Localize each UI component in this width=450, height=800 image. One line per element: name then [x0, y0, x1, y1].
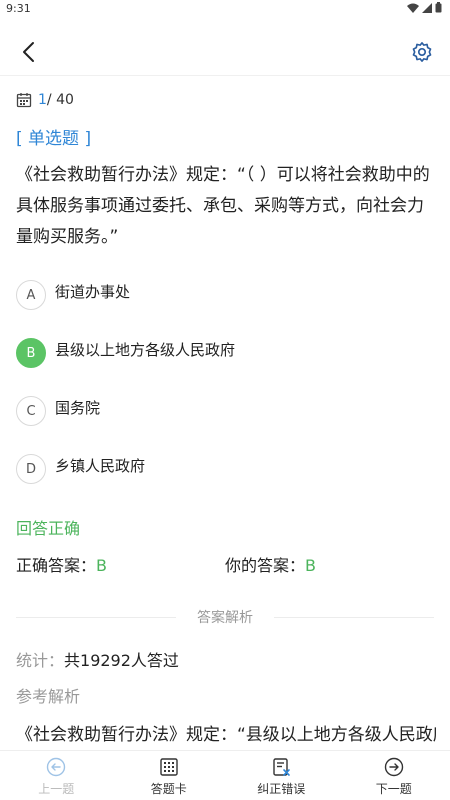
next-icon	[384, 757, 403, 777]
chevron-left-icon	[23, 42, 34, 62]
correct-answer-value: B	[96, 556, 107, 575]
status-icons	[407, 2, 442, 13]
answer-stats: 统计：共19292人答过	[16, 647, 179, 671]
status-time: 9:31	[6, 2, 31, 15]
current-question-number: 1	[38, 92, 47, 108]
report-error-button[interactable]: 纠正错误	[225, 751, 338, 800]
option-text: 县级以上地方各级人民政府	[55, 341, 236, 359]
bottom-nav: 上一题 答题卡 纠正错误 下一题	[0, 750, 450, 800]
reference-title: 参考解析	[16, 687, 81, 706]
prev-icon	[47, 757, 66, 777]
option-text: 乡镇人民政府	[55, 457, 146, 475]
correct-answer-label: 正确答案：	[16, 556, 97, 575]
report-error-icon	[273, 758, 291, 776]
option-a[interactable]: A 街道办事处	[16, 280, 436, 310]
stats-label: 统计：	[16, 651, 65, 670]
answer-result: 回答正确	[16, 519, 81, 538]
gear-icon	[412, 42, 432, 62]
reference-text: 《社会救助暂行办法》规定：“县级以上地方各级人民政府	[16, 725, 436, 745]
option-letter: C	[16, 396, 46, 426]
next-question-button[interactable]: 下一题	[338, 751, 450, 800]
prev-question-button[interactable]: 上一题	[0, 751, 113, 800]
answer-card-label: 答题卡	[150, 782, 187, 796]
option-b[interactable]: B 县级以上地方各级人民政府	[16, 338, 436, 368]
your-answer-label: 你的答案：	[225, 556, 306, 575]
top-bar	[0, 30, 450, 76]
next-question-label: 下一题	[375, 782, 412, 796]
option-d[interactable]: D 乡镇人民政府	[16, 454, 436, 484]
stats-value: 共19292人答过	[64, 651, 179, 670]
divider-line-right	[274, 617, 434, 618]
analysis-divider: 答案解析	[16, 607, 434, 627]
option-text: 街道办事处	[55, 283, 131, 301]
battery-icon	[435, 2, 442, 13]
option-text: 国务院	[55, 399, 101, 417]
report-error-label: 纠正错误	[257, 782, 306, 796]
status-bar: 9:31	[0, 0, 450, 18]
question-progress: 1/ 40	[16, 92, 74, 108]
option-letter: A	[16, 280, 46, 310]
option-c[interactable]: C 国务院	[16, 396, 436, 426]
your-answer: 你的答案：B	[225, 552, 316, 576]
prev-question-label: 上一题	[38, 782, 75, 796]
correct-answer: 正确答案：B	[16, 552, 107, 576]
total-questions: / 40	[46, 92, 74, 108]
option-letter: B	[16, 338, 46, 368]
option-letter: D	[16, 454, 46, 484]
signal-icon	[422, 2, 432, 13]
answer-card-icon	[160, 758, 178, 776]
calendar-icon	[16, 93, 32, 108]
question-type: [ 单选题 ]	[16, 129, 92, 149]
answer-card-button[interactable]: 答题卡	[113, 751, 226, 800]
wifi-icon	[407, 3, 419, 13]
your-answer-value: B	[305, 556, 316, 575]
question-text: 《社会救助暂行办法》规定：“（ ）可以将社会救助中的具体服务事项通过委托、承包、…	[16, 165, 430, 247]
back-button[interactable]	[14, 38, 42, 66]
settings-button[interactable]	[408, 38, 436, 66]
